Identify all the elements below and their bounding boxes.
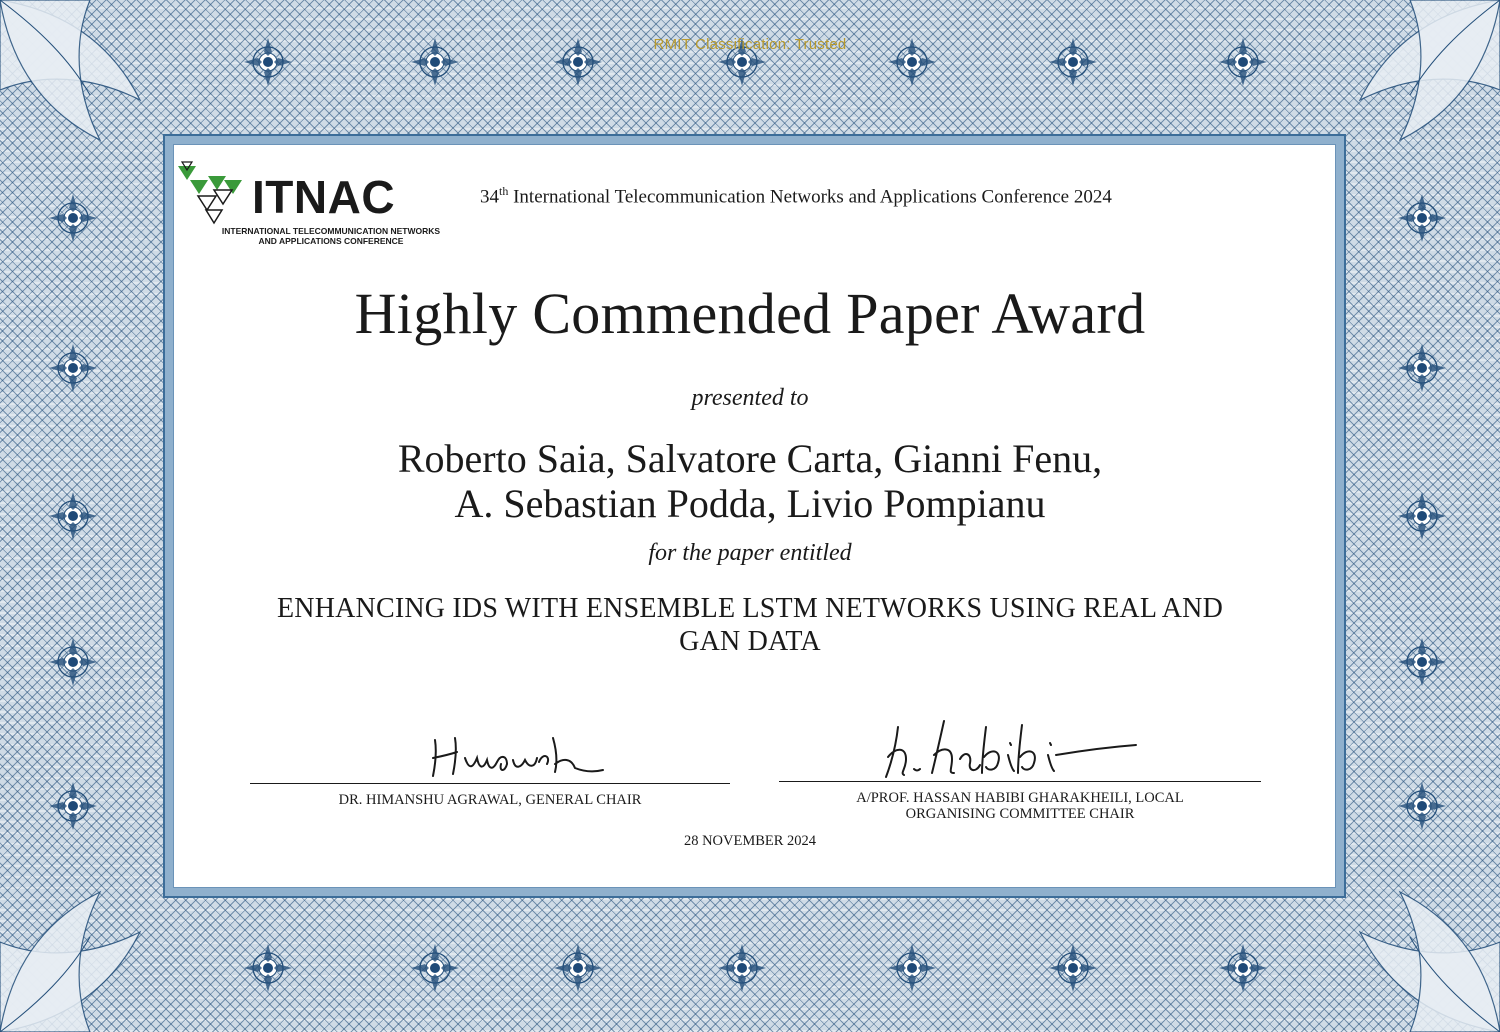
signatory-left-name: DR. HIMANSHU AGRAWAL, GENERAL CHAIR — [338, 792, 642, 808]
signature-right — [885, 720, 1137, 778]
authors-line1: Roberto Saia, Salvatore Carta, Gianni Fe… — [397, 436, 1103, 481]
logo-subtitle-line1: INTERNATIONAL TELECOMMUNICATION NETWORKS — [221, 226, 441, 236]
itnac-logo: ITNAC INTERNATIONAL TELECOMMUNICATION NE… — [176, 160, 446, 255]
conference-title: International Telecommunication Networks… — [513, 186, 1112, 208]
award-date: 28 NOVEMBER 2024 — [683, 833, 817, 849]
bottom-border-rosettes — [243, 943, 1268, 993]
signature-line-left — [250, 783, 730, 784]
presented-to: presented to — [691, 385, 809, 411]
signatory-right-name-line1: A/PROF. HASSAN HABIBI GHARAKHEILI, LOCAL — [856, 790, 1184, 806]
paper-title-line1: ENHANCING IDS WITH ENSEMBLE LSTM NETWORK… — [276, 593, 1224, 624]
signatory-right-name-line2: ORGANISING COMMITTEE CHAIR — [905, 806, 1135, 822]
logo-wordmark: ITNAC — [252, 171, 396, 223]
award-title: Highly Commended Paper Award — [354, 281, 1146, 346]
paper-title: ENHANCING IDS WITH ENSEMBLE LSTM NETWORK… — [200, 592, 1300, 658]
conference-name: 34th International Telecommunication Net… — [480, 184, 1112, 208]
triangles-logo-icon — [178, 161, 242, 225]
signatory-left: DR. HIMANSHU AGRAWAL, GENERAL CHAIR — [250, 783, 730, 808]
logo-subtitle-line2: AND APPLICATIONS CONFERENCE — [258, 236, 404, 246]
signature-line-right — [779, 781, 1261, 782]
conference-ordinal: 34 — [480, 186, 499, 208]
logo-subtitle: INTERNATIONAL TELECOMMUNICATION NETWORKS… — [216, 226, 446, 246]
classification-label: RMIT Classification: Trusted — [653, 36, 847, 53]
conference-ordinal-suffix: th — [499, 184, 509, 198]
authors: Roberto Saia, Salvatore Carta, Gianni Fe… — [0, 436, 1500, 526]
paper-title-line2: GAN DATA — [679, 626, 821, 657]
authors-line2: A. Sebastian Podda, Livio Pompianu — [454, 481, 1046, 526]
signatory-right: A/PROF. HASSAN HABIBI GHARAKHEILI, LOCAL… — [779, 781, 1261, 822]
signature-left — [432, 737, 604, 777]
for-the-paper: for the paper entitled — [648, 540, 852, 566]
